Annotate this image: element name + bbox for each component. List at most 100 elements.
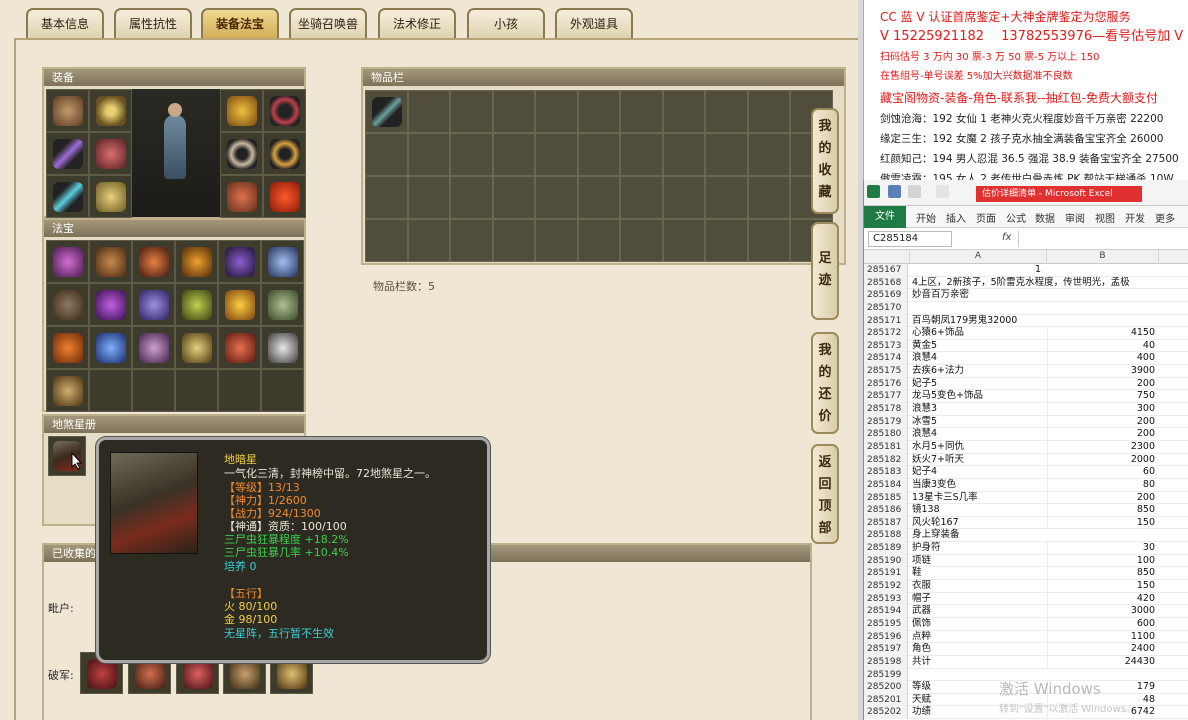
fabao-slot[interactable]	[89, 240, 132, 283]
fabao-slot[interactable]	[89, 283, 132, 326]
row-number[interactable]: 285172	[864, 327, 908, 340]
row-number[interactable]: 285180	[864, 428, 908, 441]
inventory-slot-empty[interactable]	[365, 133, 408, 176]
fabao-slot-empty[interactable]	[261, 369, 304, 412]
row-number[interactable]: 285196	[864, 630, 908, 644]
cell-a[interactable]: 风火轮167	[910, 517, 1045, 529]
row-number[interactable]: 285193	[864, 592, 908, 606]
equipment-slot[interactable]	[89, 89, 132, 132]
inventory-slot-empty[interactable]	[705, 90, 748, 133]
cell-b[interactable]: 2400	[1047, 643, 1159, 656]
ribbon-tab[interactable]: 页面	[976, 210, 996, 225]
inventory-slot-empty[interactable]	[747, 133, 790, 176]
cell-a[interactable]: 水月5+同仇	[910, 441, 1045, 453]
cell-b[interactable]: 400	[1047, 352, 1159, 365]
cell-a[interactable]: 去疾6+法力	[910, 365, 1045, 377]
inventory-slot-empty[interactable]	[620, 219, 663, 262]
cell-b[interactable]: 30	[1047, 542, 1159, 555]
column-header-a[interactable]: A	[910, 250, 1047, 264]
equipment-slot[interactable]	[46, 132, 89, 175]
cell-b[interactable]: 80	[1047, 478, 1159, 491]
row-number[interactable]: 285184	[864, 478, 908, 492]
cell-a[interactable]: 龙马5变色+饰品	[910, 390, 1045, 402]
inventory-slot-empty[interactable]	[450, 176, 493, 219]
cell-a[interactable]: 点粹	[910, 631, 1045, 643]
cell-b[interactable]: 24430	[1047, 655, 1159, 668]
undo-icon[interactable]	[908, 185, 921, 198]
inventory-slot-empty[interactable]	[747, 90, 790, 133]
cell-a[interactable]: 武器	[910, 605, 1045, 617]
inventory-slot-empty[interactable]	[365, 176, 408, 219]
my-bargain-button[interactable]: 我的还价	[811, 332, 839, 434]
row-number[interactable]: 285200	[864, 681, 908, 694]
row-number[interactable]: 285183	[864, 466, 908, 479]
cell-a[interactable]: 护身符	[910, 542, 1045, 554]
inventory-slot-empty[interactable]	[577, 176, 620, 219]
cell-b[interactable]: 2000	[1047, 453, 1159, 466]
fabao-slot[interactable]	[175, 240, 218, 283]
inventory-slot-empty[interactable]	[577, 133, 620, 176]
cell-a[interactable]: 项链	[910, 555, 1045, 567]
fabao-slot[interactable]	[46, 240, 89, 283]
row-number[interactable]: 285168	[864, 276, 908, 290]
inventory-slot-empty[interactable]	[620, 176, 663, 219]
ribbon-tab[interactable]: 更多	[1155, 210, 1175, 225]
inventory-slot-empty[interactable]	[747, 219, 790, 262]
cell-b[interactable]: 60	[1047, 466, 1159, 479]
inventory-slot-empty[interactable]	[535, 176, 578, 219]
row-number[interactable]: 285188	[864, 529, 908, 543]
cell-b[interactable]: 150	[1047, 580, 1159, 593]
cell-a[interactable]: 4上区，2新孩子，5阶雷克水程度，传世明光，孟极	[910, 277, 1130, 289]
column-header-b[interactable]: B	[1047, 250, 1159, 264]
cell-a[interactable]: 共计	[910, 656, 1045, 668]
ribbon-tab[interactable]: 公式	[1006, 210, 1026, 225]
fabao-slot[interactable]	[261, 326, 304, 369]
equipment-slot[interactable]	[263, 175, 306, 218]
equipment-slot[interactable]	[263, 89, 306, 132]
row-number[interactable]: 285197	[864, 643, 908, 656]
inventory-slot-empty[interactable]	[620, 133, 663, 176]
cell-b[interactable]: 1	[1034, 264, 1146, 276]
equipment-slot[interactable]	[46, 175, 89, 218]
cell-a[interactable]: 妖火7+听天	[910, 454, 1045, 466]
inventory-slot-empty[interactable]	[407, 133, 450, 176]
row-number[interactable]: 285175	[864, 365, 908, 378]
row-number[interactable]: 285167	[864, 264, 908, 277]
inventory-slot-empty[interactable]	[450, 219, 493, 262]
cell-b[interactable]: 200	[1047, 377, 1159, 390]
row-number[interactable]: 285199	[864, 668, 908, 682]
fabao-slot-empty[interactable]	[132, 369, 175, 412]
cell-b[interactable]: 3000	[1047, 605, 1159, 618]
cell-a[interactable]: 13星卡三S几率	[910, 492, 1045, 504]
cell-a[interactable]: 浪慧3	[910, 403, 1045, 415]
row-number[interactable]: 285195	[864, 617, 908, 631]
cell-b[interactable]: 1100	[1047, 630, 1159, 643]
cell-a[interactable]: 鞋	[910, 567, 1045, 579]
cell-b[interactable]: 850	[1047, 567, 1159, 580]
equipment-slot[interactable]	[46, 89, 89, 132]
tab-appearance[interactable]: 外观道具	[555, 8, 633, 38]
cell-b[interactable]: 750	[1047, 390, 1159, 403]
row-number[interactable]: 285202	[864, 706, 908, 720]
cell-a[interactable]: 帽子	[910, 593, 1045, 605]
fabao-slot[interactable]	[46, 369, 89, 412]
row-number[interactable]: 285187	[864, 516, 908, 530]
fx-label[interactable]: fx	[1002, 232, 1011, 243]
row-number[interactable]: 285191	[864, 567, 908, 581]
cell-a[interactable]: 衣服	[910, 580, 1045, 592]
tab-equipment[interactable]: 装备法宝	[201, 8, 279, 38]
inventory-slot-empty[interactable]	[662, 133, 705, 176]
cell-b[interactable]: 600	[1047, 617, 1159, 630]
inventory-slot-empty[interactable]	[705, 219, 748, 262]
inventory-slot-empty[interactable]	[492, 90, 535, 133]
ribbon-tab[interactable]: 插入	[946, 210, 966, 225]
inventory-slot-empty[interactable]	[492, 219, 535, 262]
row-number[interactable]: 285194	[864, 605, 908, 618]
fabao-slot[interactable]	[132, 326, 175, 369]
inventory-slot-empty[interactable]	[662, 219, 705, 262]
cell-b[interactable]: 850	[1047, 504, 1159, 517]
cell-a[interactable]: 妃子4	[910, 466, 1045, 478]
row-number[interactable]: 285171	[864, 314, 908, 328]
cell-b[interactable]: 300	[1047, 403, 1159, 416]
inventory-slot-empty[interactable]	[407, 90, 450, 133]
